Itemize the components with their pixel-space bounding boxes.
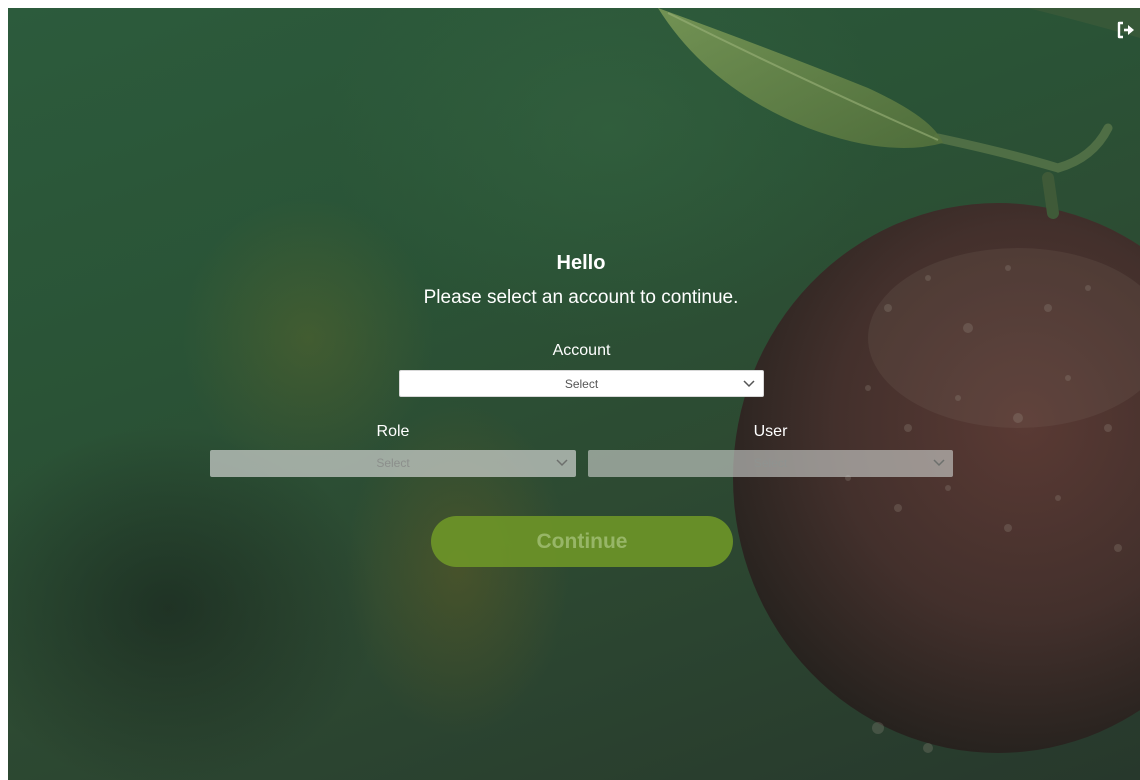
chevron-down-icon <box>933 459 945 467</box>
chevron-down-icon <box>743 380 755 388</box>
role-select[interactable]: Select <box>210 450 576 477</box>
account-select-value: Select <box>564 377 599 391</box>
greeting-title: Hello <box>556 252 606 274</box>
user-select[interactable]: Select <box>588 450 953 477</box>
account-selection-panel: Hello Please select an account to contin… <box>8 8 1140 780</box>
continue-button[interactable]: Continue <box>431 516 733 567</box>
chevron-down-icon <box>556 459 568 467</box>
login-background: Hello Please select an account to contin… <box>8 8 1140 780</box>
account-label: Account <box>552 342 611 359</box>
role-select-value: Select <box>376 456 410 470</box>
role-label: Role <box>376 423 410 440</box>
greeting-subtitle: Please select an account to continue. <box>423 287 739 308</box>
user-label: User <box>753 423 788 440</box>
account-select[interactable]: Select <box>399 370 764 397</box>
user-select-value: Select <box>753 456 788 470</box>
